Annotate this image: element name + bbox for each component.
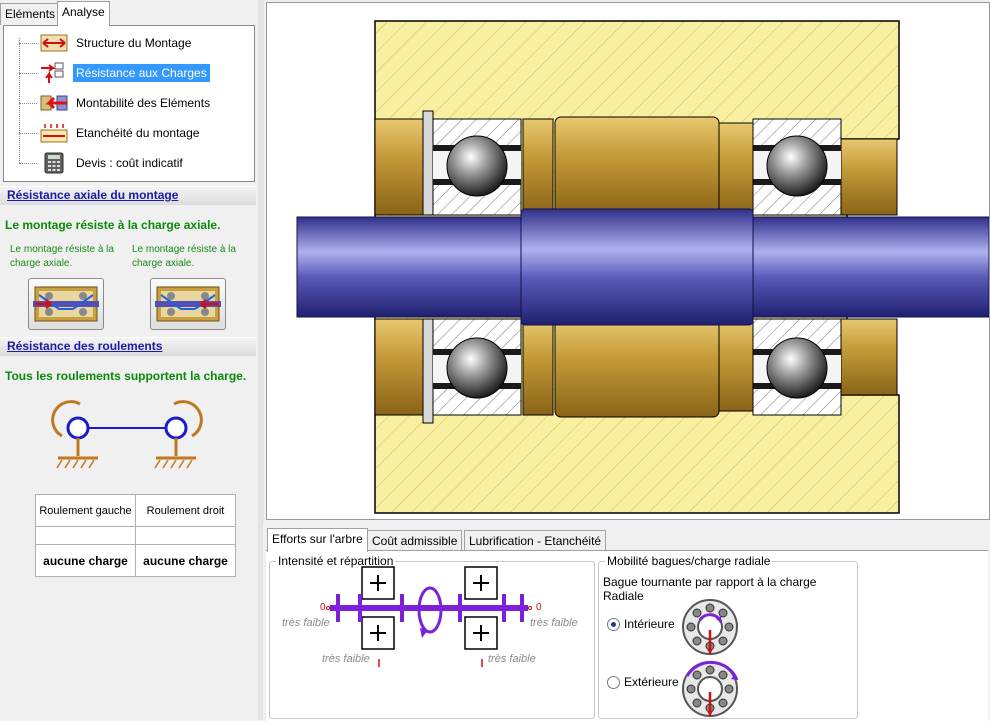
efforts-group: Intensité et répartition 0 0 très faible… — [269, 554, 595, 719]
zero-right: 0 — [536, 602, 542, 613]
resistance-icon — [39, 62, 69, 84]
axial-status: Le montage résiste à la charge axiale. — [5, 218, 221, 232]
option-exterieure[interactable]: Extérieure — [607, 675, 679, 689]
structure-icon — [39, 32, 69, 54]
col-roulement-gauche: Roulement gauche — [35, 494, 136, 527]
tree-item-etancheite[interactable]: Etanchéité du montage — [19, 121, 202, 145]
tres-faible-right: très faible — [530, 617, 578, 629]
zero-left: 0 — [320, 602, 326, 613]
tree-item-structure[interactable]: Structure du Montage — [19, 31, 194, 55]
tree-label: Devis : coût indicatif — [76, 156, 183, 170]
etancheite-icon — [39, 122, 69, 144]
shaft-forces-diagram — [326, 566, 532, 667]
tab-efforts[interactable]: Efforts sur l'arbre — [267, 528, 368, 552]
mobilite-group-title: Mobilité bagues/charge radiale — [605, 554, 773, 568]
calculator-icon — [39, 152, 69, 174]
section-roulements: Résistance des roulements — [0, 337, 256, 356]
roulements-table: Roulement gauche Roulement droit aucune c… — [35, 494, 236, 577]
tree-label: Montabilité des Eléments — [76, 96, 211, 110]
tree-item-devis[interactable]: Devis : coût indicatif — [19, 151, 186, 175]
bottom-panel: Efforts sur l'arbre Coût admissible Lubr… — [263, 522, 990, 721]
section-axial: Résistance axiale du montage — [0, 186, 256, 205]
tres-faible-left: très faible — [282, 617, 330, 629]
tab-cout[interactable]: Coût admissible — [367, 530, 463, 551]
tree-label: Résistance aux Charges — [73, 64, 210, 82]
efforts-panel: Intensité et répartition 0 0 très faible… — [266, 550, 988, 721]
left-panel: Eléments Analyse Structure du Montage Ré… — [0, 0, 259, 720]
tree-label: Etanchéité du montage — [76, 126, 200, 140]
bearing-outer-rotating-icon — [682, 660, 739, 717]
tree-item-montabilite[interactable]: Montabilité des Eléments — [19, 91, 213, 115]
label-exterieure: Extérieure — [624, 675, 679, 689]
val-roulement-gauche: aucune charge — [35, 544, 136, 577]
bearing-left-icon — [33, 286, 99, 322]
val-roulement-droit: aucune charge — [135, 544, 236, 577]
kinematic-schema-icon — [51, 400, 203, 469]
label-interieure: Intérieure — [624, 617, 675, 631]
tab-analyse[interactable]: Analyse — [57, 1, 110, 26]
axial-title-link[interactable]: Résistance axiale du montage — [7, 188, 178, 202]
axial-note-left: Le montage résiste à la charge axiale. — [10, 244, 114, 269]
tres-faible-bottom-left: très faible — [322, 653, 370, 665]
axial-right-button[interactable] — [150, 278, 226, 330]
bearing-assembly-drawing — [296, 20, 990, 514]
montabilite-icon — [39, 92, 69, 114]
tree-item-resistance[interactable]: Résistance aux Charges — [19, 61, 210, 85]
bearing-right-icon — [155, 286, 221, 322]
col-roulement-droit: Roulement droit — [135, 494, 236, 527]
tab-lubrification[interactable]: Lubrification - Etanchéité — [464, 530, 607, 551]
assembly-drawing-frame — [266, 2, 990, 520]
mobilite-group: Mobilité bagues/charge radiale Bague tou… — [598, 554, 858, 719]
tab-elements[interactable]: Eléments — [0, 3, 61, 25]
roulements-title-link[interactable]: Résistance des roulements — [7, 339, 162, 353]
option-interieure[interactable]: Intérieure — [607, 617, 675, 631]
tree-label: Structure du Montage — [76, 36, 192, 50]
analysis-tree: Structure du Montage Résistance aux Char… — [3, 25, 255, 182]
roulements-status: Tous les roulements supportent la charge… — [5, 369, 247, 383]
tres-faible-bottom-right: très faible — [488, 653, 536, 665]
bearing-inner-rotating-icon — [682, 599, 738, 655]
axial-note-right: Le montage résiste à la charge axiale. — [132, 244, 236, 269]
radio-interieure[interactable] — [607, 617, 620, 631]
radio-exterieure[interactable] — [607, 675, 620, 689]
axial-left-button[interactable] — [28, 278, 104, 330]
